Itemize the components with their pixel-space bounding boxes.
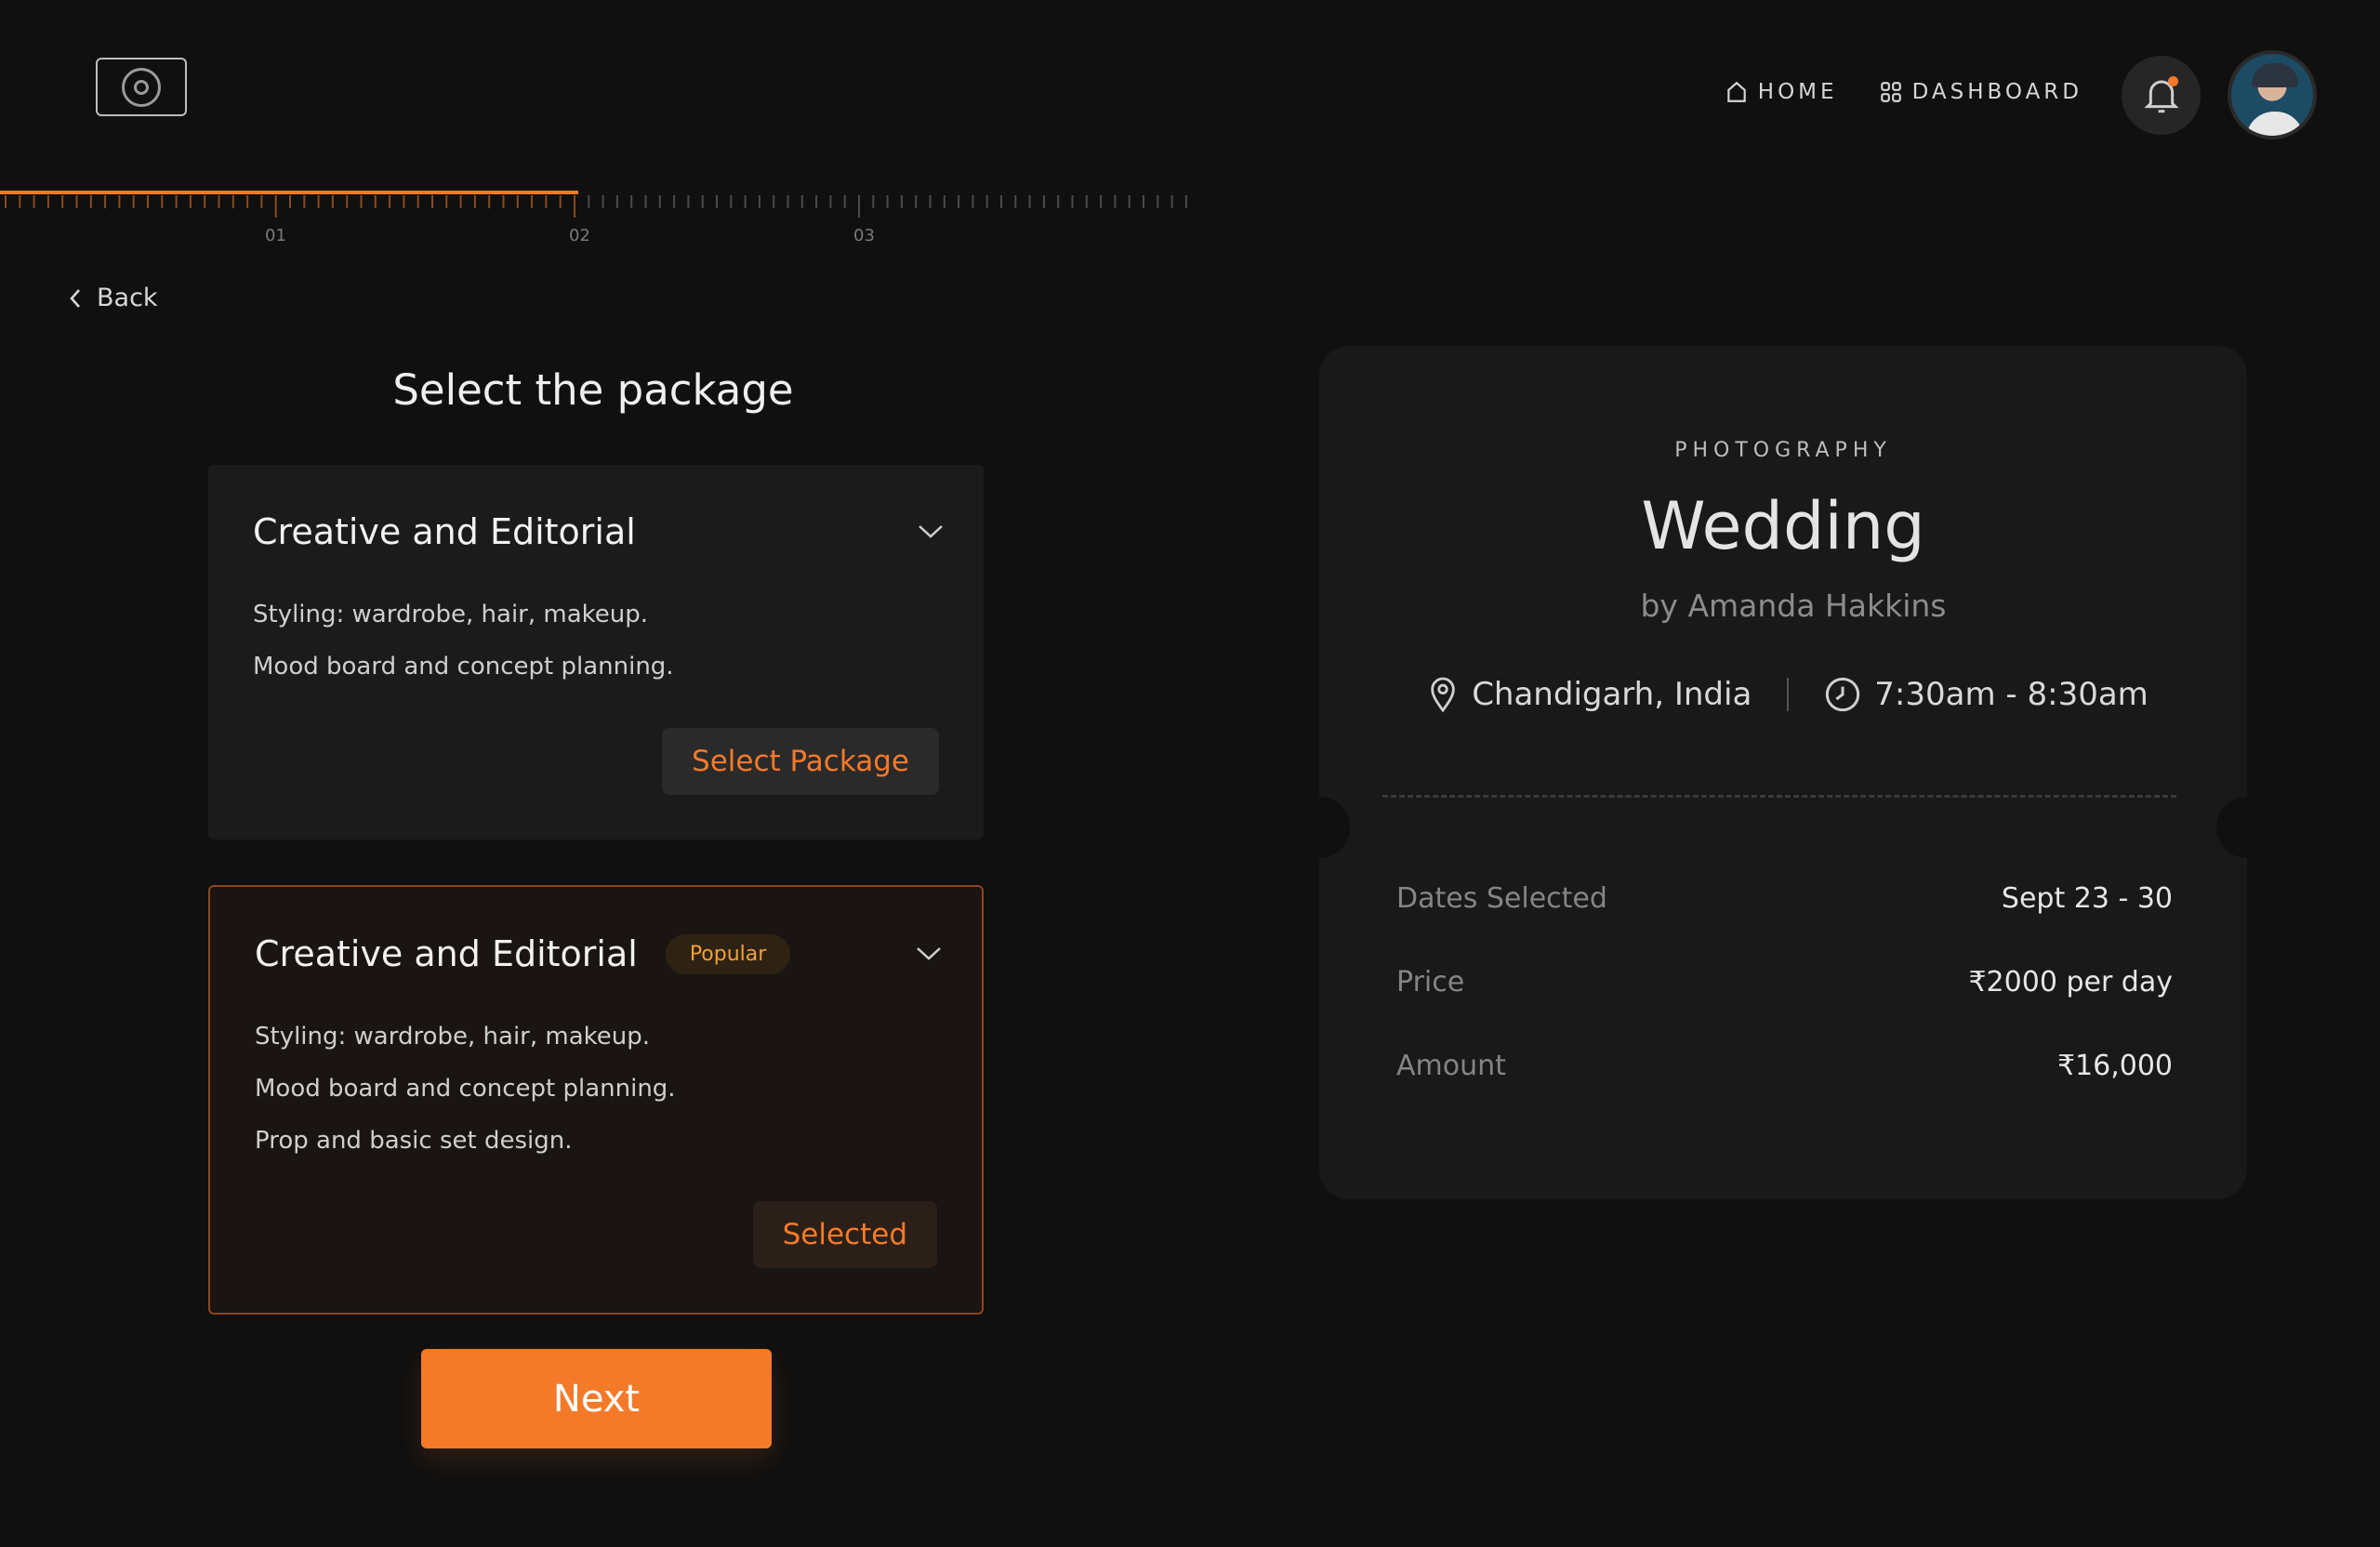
step-label-2: 02: [569, 226, 590, 245]
nav-home-label: HOME: [1757, 80, 1838, 104]
page-title: Select the package: [392, 365, 794, 415]
meta-divider: [1787, 678, 1790, 711]
service-title: Wedding: [1641, 488, 1925, 564]
time-group: 7:30am - 8:30am: [1824, 676, 2149, 713]
ticket-notch-right: [2216, 797, 2247, 858]
location-group: Chandigarh, India: [1427, 676, 1752, 713]
package-card[interactable]: Creative and Editorial Styling: wardrobe…: [208, 465, 984, 840]
back-label: Back: [97, 284, 158, 312]
nav-dashboard[interactable]: DASHBOARD: [1879, 80, 2082, 104]
time-text: 7:30am - 8:30am: [1874, 676, 2149, 713]
chevron-left-icon: [70, 288, 80, 308]
summary-rows: Dates Selected Sept 23 - 30 Price ₹2000 …: [1396, 857, 2173, 1108]
row-value: ₹16,000: [2056, 1050, 2173, 1082]
location-pin-icon: [1431, 677, 1455, 713]
selected-button[interactable]: Selected: [752, 1201, 937, 1268]
summary-row-price: Price ₹2000 per day: [1396, 941, 2173, 1025]
package-header: Creative and Editorial: [253, 511, 945, 552]
summary-row-dates: Dates Selected Sept 23 - 30: [1396, 857, 2173, 941]
chevron-down-icon[interactable]: [917, 523, 945, 540]
service-category: PHOTOGRAPHY: [1674, 439, 1892, 462]
ticket-notch-left: [1319, 797, 1350, 858]
package-features: Styling: wardrobe, hair, makeup. Mood bo…: [255, 1011, 676, 1167]
ticket-divider: [1382, 795, 2176, 798]
feature-item: Mood board and concept planning.: [253, 653, 674, 681]
lens-ring: [122, 67, 161, 107]
feature-item: Styling: wardrobe, hair, makeup.: [253, 601, 649, 628]
package-title: Creative and Editorial: [255, 933, 638, 974]
summary-row-amount: Amount ₹16,000: [1396, 1025, 2173, 1108]
grid-icon: [1880, 82, 1901, 102]
chevron-down-icon[interactable]: [915, 945, 943, 962]
home-icon: [1727, 81, 1746, 102]
row-value: ₹2000 per day: [1968, 966, 2173, 998]
step-label-1: 01: [265, 226, 286, 245]
next-button[interactable]: Next: [421, 1349, 772, 1448]
select-package-button[interactable]: Select Package: [662, 728, 939, 795]
row-value: Sept 23 - 30: [2001, 882, 2173, 915]
camera-logo-icon[interactable]: [96, 58, 187, 116]
nav-home[interactable]: HOME: [1725, 80, 1838, 104]
package-card-selected[interactable]: Creative and Editorial Popular Styling: …: [208, 885, 984, 1315]
popular-badge: Popular: [665, 933, 791, 974]
step-label-3: 03: [853, 226, 875, 245]
notification-badge: [2168, 76, 2178, 86]
location-text: Chandigarh, India: [1472, 676, 1752, 713]
package-header: Creative and Editorial Popular: [255, 933, 943, 974]
nav-dashboard-label: DASHBOARD: [1911, 80, 2082, 104]
row-label: Amount: [1396, 1050, 1506, 1082]
row-label: Price: [1396, 966, 1465, 998]
back-button[interactable]: Back: [69, 284, 158, 312]
clock-icon: [1826, 677, 1860, 712]
notifications-button[interactable]: [2122, 56, 2201, 135]
feature-item: Mood board and concept planning.: [255, 1075, 676, 1103]
package-features: Styling: wardrobe, hair, makeup. Mood bo…: [253, 588, 674, 693]
progress-ruler: [0, 191, 1187, 218]
lens-dot: [134, 79, 149, 95]
package-title: Creative and Editorial: [253, 511, 636, 552]
top-nav: HOME DASHBOARD: [1725, 80, 2082, 104]
feature-item: Styling: wardrobe, hair, makeup.: [255, 1023, 651, 1051]
feature-item: Prop and basic set design.: [255, 1127, 573, 1155]
avatar-cap: [2252, 63, 2298, 87]
avatar[interactable]: [2228, 50, 2317, 139]
service-provider: by Amanda Hakkins: [1640, 588, 1947, 624]
avatar-shirt: [2246, 112, 2304, 136]
service-meta: Chandigarh, India 7:30am - 8:30am: [1319, 676, 2247, 713]
booking-summary-card: PHOTOGRAPHY Wedding by Amanda Hakkins Ch…: [1319, 346, 2247, 1199]
row-label: Dates Selected: [1396, 882, 1607, 915]
